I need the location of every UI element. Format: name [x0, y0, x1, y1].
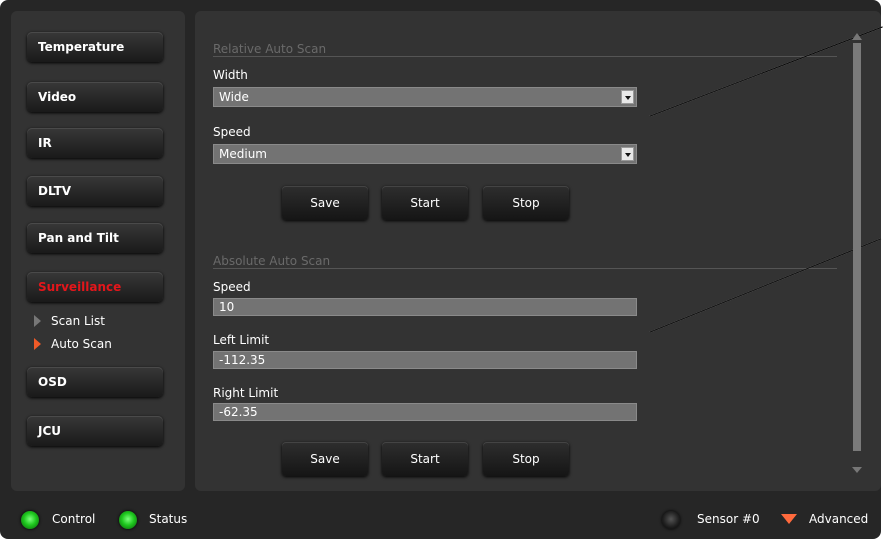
scrollbar-thumb[interactable] [853, 43, 861, 451]
section-divider [213, 268, 837, 269]
app-window: Temperature Video IR DLTV Pan and Tilt S… [0, 0, 883, 539]
abs-speed-input[interactable]: 10 [213, 298, 637, 316]
right-limit-label: Right Limit [213, 386, 279, 400]
width-select-value: Wide [219, 90, 249, 104]
advanced-toggle-icon[interactable] [781, 514, 797, 524]
speed-label: Speed [213, 125, 251, 139]
nav-pan-and-tilt-button[interactable]: Pan and Tilt [27, 223, 163, 253]
scroll-down-arrow-icon[interactable] [852, 467, 862, 473]
advanced-toggle-label[interactable]: Advanced [809, 512, 868, 526]
nav-ir-button[interactable]: IR [27, 128, 163, 158]
abs-speed-label: Speed [213, 280, 251, 294]
triangle-right-active-icon [34, 338, 41, 350]
chevron-down-icon[interactable] [621, 147, 634, 161]
speed-select[interactable]: Medium [213, 144, 637, 164]
width-label: Width [213, 68, 248, 82]
sensor-label: Sensor #0 [697, 512, 760, 526]
relative-save-button[interactable]: Save [282, 186, 368, 220]
sidebar-subitem-auto-scan[interactable]: Auto Scan [34, 336, 112, 352]
speed-select-value: Medium [219, 147, 267, 161]
control-status-label: Control [52, 512, 96, 526]
scrollbar[interactable] [852, 33, 862, 473]
section-divider [213, 56, 837, 57]
nav-jcu-button[interactable]: JCU [27, 416, 163, 446]
subitem-label: Scan List [51, 314, 105, 328]
nav-surveillance-button[interactable]: Surveillance [27, 272, 163, 302]
control-status-led-icon [21, 511, 39, 529]
nav-video-button[interactable]: Video [27, 82, 163, 112]
sidebar-subitem-scan-list[interactable]: Scan List [34, 313, 105, 329]
left-limit-label: Left Limit [213, 333, 270, 347]
nav-osd-button[interactable]: OSD [27, 367, 163, 397]
right-limit-input[interactable]: -62.35 [213, 403, 637, 421]
sidebar: Temperature Video IR DLTV Pan and Tilt S… [11, 11, 185, 491]
width-select[interactable]: Wide [213, 87, 637, 107]
scroll-up-arrow-icon[interactable] [852, 33, 862, 40]
nav-dltv-button[interactable]: DLTV [27, 176, 163, 206]
callout-line [649, 26, 883, 117]
absolute-save-button[interactable]: Save [282, 442, 368, 476]
absolute-start-button[interactable]: Start [382, 442, 468, 476]
absolute-stop-button[interactable]: Stop [483, 442, 569, 476]
section-title-absolute: Absolute Auto Scan [213, 254, 331, 268]
status-label: Status [149, 512, 188, 526]
status-bar: Control Status Sensor #0 Advanced [0, 500, 881, 539]
triangle-right-icon [34, 315, 41, 327]
relative-start-button[interactable]: Start [382, 186, 468, 220]
status-led-icon [119, 511, 137, 529]
left-limit-input[interactable]: -112.35 [213, 351, 637, 369]
chevron-down-icon[interactable] [621, 90, 634, 104]
main-panel: Relative Auto Scan Width Wide Speed Medi… [195, 11, 883, 491]
callout-line [649, 238, 882, 333]
relative-stop-button[interactable]: Stop [483, 186, 569, 220]
sensor-led-icon [662, 511, 680, 529]
section-title-relative: Relative Auto Scan [213, 42, 327, 56]
nav-temperature-button[interactable]: Temperature [27, 32, 163, 62]
subitem-label: Auto Scan [51, 337, 112, 351]
